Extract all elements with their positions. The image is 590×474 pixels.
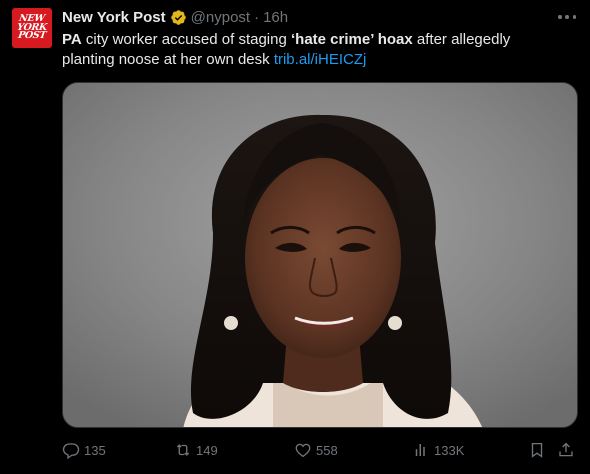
tweet-text-bold-1: PA	[62, 31, 82, 48]
more-options-icon[interactable]	[558, 9, 576, 25]
tweet-link[interactable]: trib.al/iHEICZj	[274, 51, 367, 68]
bookmark-button[interactable]	[528, 438, 550, 462]
handle[interactable]: @nypost	[191, 9, 250, 26]
timestamp[interactable]: 16h	[263, 9, 288, 26]
tweet-photo[interactable]	[62, 82, 578, 428]
retweet-button[interactable]: 149	[174, 438, 218, 462]
reply-count: 135	[84, 442, 106, 458]
avatar[interactable]: NEW YORK POST	[12, 8, 52, 48]
retweet-count: 149	[196, 442, 218, 458]
bookmark-icon	[531, 442, 543, 458]
separator: ·	[254, 8, 260, 26]
heart-icon	[295, 443, 311, 458]
like-button[interactable]: 558	[294, 438, 338, 462]
tweet-text-plain-1: city worker accused of staging	[81, 31, 291, 48]
share-button[interactable]	[557, 438, 579, 462]
tweet-header: New York Post @nypost · 16h	[62, 7, 288, 27]
tweet: NEW YORK POST New York Post @nypost · 16…	[0, 0, 590, 474]
logo-line-3: POST	[17, 30, 47, 42]
view-count: 133K	[434, 442, 465, 458]
tweet-text: PA city worker accused of staging ‘hate …	[62, 30, 562, 70]
tweet-text-bold-2: ‘hate crime’ hoax	[291, 31, 413, 48]
views-button[interactable]: 133K	[412, 438, 464, 462]
display-name[interactable]: New York Post	[62, 9, 166, 26]
reply-icon	[62, 443, 80, 459]
retweet-icon	[176, 444, 190, 456]
action-bar: 135 149 558 133K	[62, 438, 578, 462]
reply-button[interactable]: 135	[62, 438, 106, 462]
verified-badge-icon[interactable]	[170, 9, 187, 26]
portrait-photo	[63, 83, 577, 427]
views-icon	[415, 444, 425, 456]
like-count: 558	[316, 442, 338, 458]
share-icon	[559, 442, 573, 457]
